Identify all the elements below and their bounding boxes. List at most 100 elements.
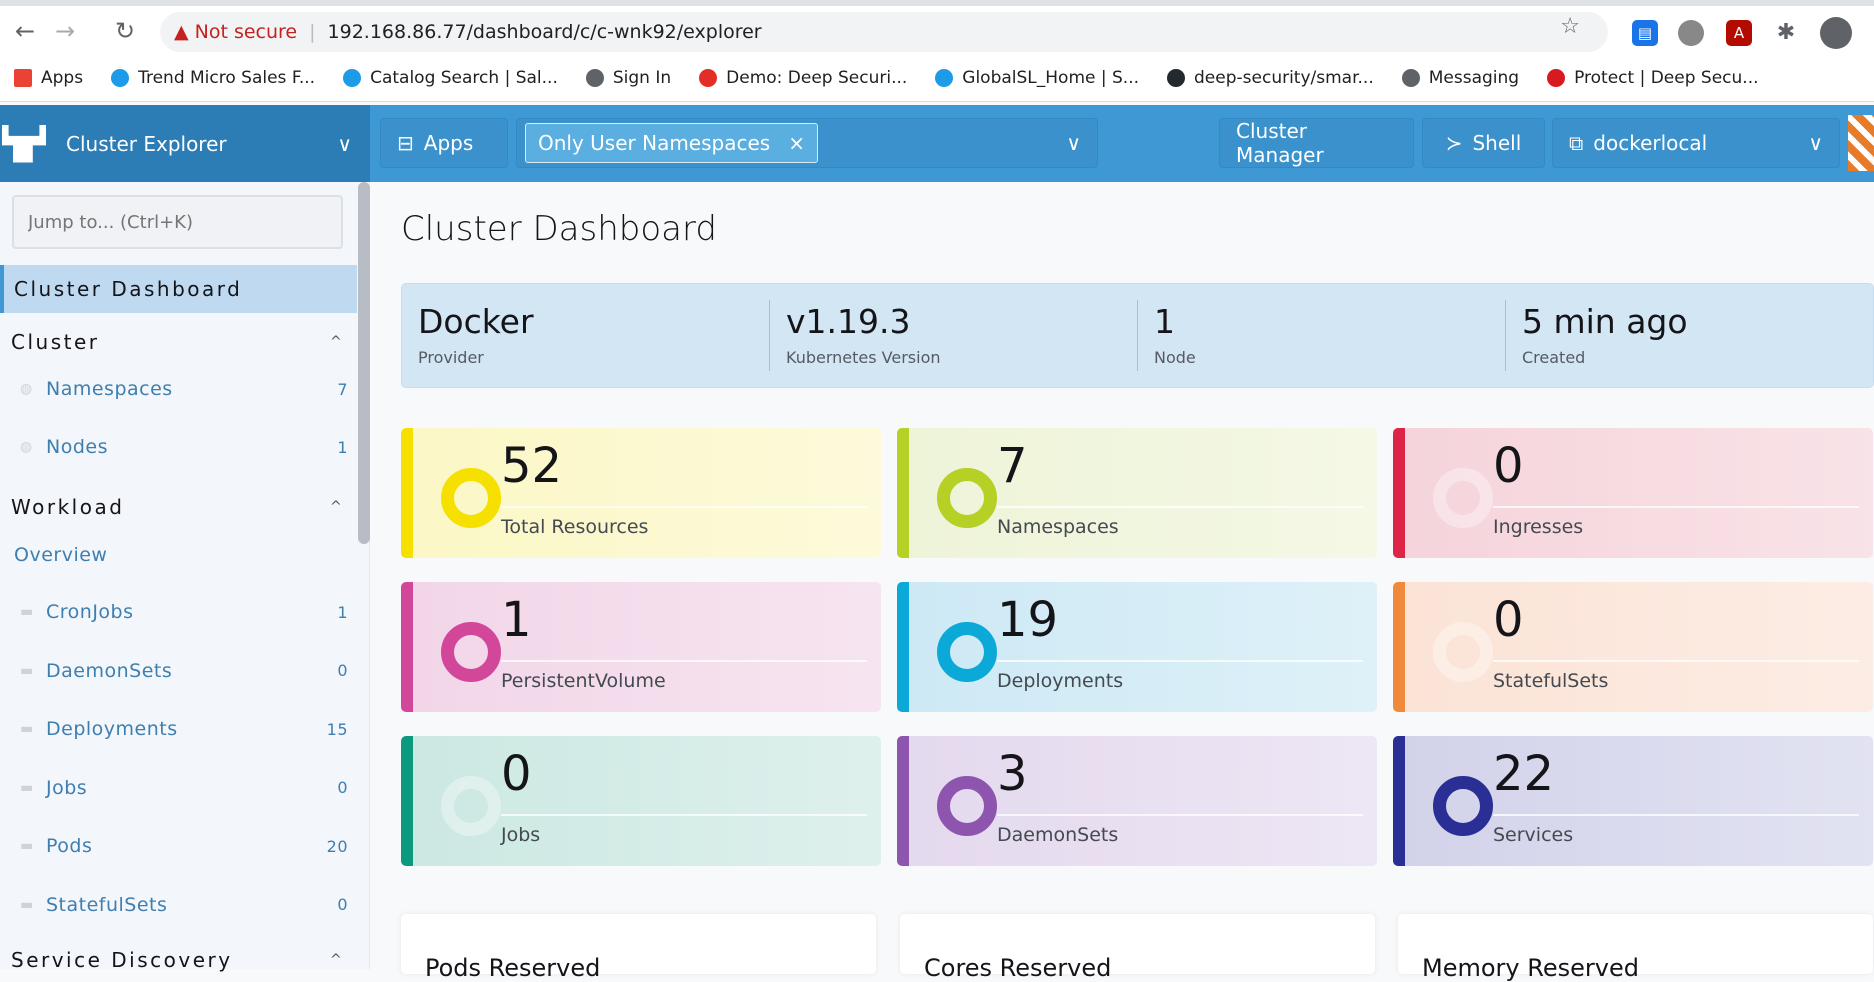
profile-avatar[interactable]	[1820, 17, 1852, 49]
status-ring-icon	[937, 622, 997, 682]
security-status[interactable]: Not secure	[195, 21, 298, 43]
rancher-logo	[2, 124, 46, 163]
status-ring-icon	[1433, 468, 1493, 528]
count-card-statefulsets[interactable]: 0 StatefulSets	[1393, 582, 1873, 712]
card-label: DaemonSets	[997, 824, 1119, 846]
card-label: Deployments	[997, 670, 1124, 692]
bookmark-item[interactable]: Sign In	[585, 68, 671, 88]
bookmark-favicon-icon	[1401, 68, 1420, 87]
sidebar-item-cluster-dashboard[interactable]: Cluster Dashboard	[0, 265, 357, 313]
count-card-services[interactable]: 22 Services	[1393, 736, 1873, 866]
bookmark-item[interactable]: Messaging	[1401, 67, 1520, 88]
namespace-filter[interactable]: Only User Namespaces × ∨	[516, 118, 1098, 168]
sidebar-item-namespaces[interactable]: ◍ Namespaces 7	[20, 378, 348, 400]
product-switcher[interactable]: Cluster Explorer ∨	[0, 105, 370, 182]
bookmark-item[interactable]: Apps	[14, 68, 83, 88]
bookmark-label: Demo: Deep Securi...	[726, 67, 908, 88]
bookmark-favicon-icon	[1167, 68, 1186, 87]
sidebar-item-jobs[interactable]: ▬ Jobs 0	[20, 777, 348, 799]
sidebar-item-count: 1	[337, 437, 348, 457]
card-label: Ingresses	[1493, 516, 1584, 538]
sidebar-item-count: 0	[337, 895, 348, 914]
divider: |	[309, 21, 316, 43]
bookmark-label: Messaging	[1428, 67, 1520, 88]
reload-icon[interactable]: ↻	[110, 16, 140, 46]
namespace-chip: Only User Namespaces ×	[525, 123, 818, 163]
divider	[997, 814, 1363, 816]
bookmark-item[interactable]: Catalog Search | Sal...	[343, 68, 558, 88]
sidebar-item-cronjobs[interactable]: ▬ CronJobs 1	[20, 601, 348, 623]
card-count: 0	[501, 746, 532, 802]
address-bar[interactable]: ▲ Not secure | 192.168.86.77/dashboard/c…	[160, 12, 1608, 52]
sidebar-item-count: 15	[326, 719, 348, 739]
count-card-total resources[interactable]: 52 Total Resources	[401, 428, 881, 558]
chevron-up-icon[interactable]: ^	[330, 499, 342, 515]
bookmark-item[interactable]: Trend Micro Sales F...	[111, 68, 315, 88]
sidebar-item-nodes[interactable]: ◍ Nodes 1	[20, 436, 348, 458]
folder-icon: ▬	[20, 896, 34, 913]
bookmark-label: Catalog Search | Sal...	[370, 67, 558, 88]
sidebar-item-count: 20	[326, 836, 348, 856]
group-service-discovery[interactable]: Service Discovery	[11, 948, 233, 972]
terminal-icon: ≻	[1445, 131, 1463, 155]
group-cluster[interactable]: Cluster	[11, 330, 100, 354]
cluster-selector[interactable]: ⧉ dockerlocal ∨	[1552, 118, 1840, 168]
sidebar-item-statefulsets[interactable]: ▬ StatefulSets 0	[20, 894, 348, 916]
globe-icon: ◍	[20, 439, 33, 455]
extension-icon[interactable]: ▤	[1632, 20, 1658, 46]
gauge-title: Cores Reserved	[924, 954, 1112, 982]
gauge-title: Pods Reserved	[425, 954, 601, 982]
count-card-persistentvolume[interactable]: 1 PersistentVolume	[401, 582, 881, 712]
bookmark-star-icon[interactable]: ☆	[1560, 14, 1580, 39]
card-count: 52	[501, 438, 563, 494]
card-count: 3	[997, 746, 1028, 802]
chevron-up-icon[interactable]: ^	[330, 952, 342, 968]
banner-provider: Docker Provider	[402, 300, 770, 371]
store-icon: ⊟	[397, 131, 414, 155]
count-card-ingresses[interactable]: 0 Ingresses	[1393, 428, 1873, 558]
group-workload[interactable]: Workload	[11, 495, 124, 519]
bookmark-item[interactable]: deep-security/smar...	[1167, 68, 1374, 88]
globe-icon: ◍	[20, 381, 33, 397]
sidebar-item-pods[interactable]: ▬ Pods 20	[20, 835, 348, 857]
count-card-deployments[interactable]: 19 Deployments	[897, 582, 1377, 712]
bookmark-item[interactable]: Protect | Deep Secu...	[1547, 68, 1759, 88]
card-label: PersistentVolume	[501, 670, 666, 692]
forward-icon[interactable]: →	[50, 16, 80, 46]
sidebar-scrollbar[interactable]	[358, 182, 370, 544]
sidebar-item-label: StatefulSets	[46, 893, 168, 916]
extension-icon[interactable]	[1678, 20, 1704, 46]
bookmarks-bar: Apps Trend Micro Sales F... Catalog Search…	[0, 54, 1874, 102]
apps-button[interactable]: ⊟ Apps	[380, 118, 508, 168]
bookmark-item[interactable]: Demo: Deep Securi...	[699, 68, 907, 88]
sidebar-item-daemonsets[interactable]: ▬ DaemonSets 0	[20, 660, 348, 682]
shell-button[interactable]: ≻ Shell	[1422, 118, 1545, 168]
chevron-up-icon[interactable]: ^	[330, 334, 342, 350]
card-label: Jobs	[501, 824, 541, 846]
close-icon[interactable]: ×	[788, 131, 805, 155]
user-avatar[interactable]	[1848, 115, 1874, 171]
bookmark-favicon-icon	[1547, 68, 1566, 87]
banner-label: Node	[1154, 348, 1196, 367]
banner-value: 5 min ago	[1522, 302, 1688, 341]
sidebar: Cluster Dashboard Cluster ^ Workload ^ O…	[0, 182, 370, 972]
chevron-down-icon[interactable]: ∨	[1066, 131, 1081, 155]
jump-to-input[interactable]	[12, 195, 343, 249]
bookmark-item[interactable]: GlobalSL_Home | S...	[935, 68, 1139, 88]
count-card-jobs[interactable]: 0 Jobs	[401, 736, 881, 866]
sidebar-item-deployments[interactable]: ▬ Deployments 15	[20, 718, 348, 740]
count-card-namespaces[interactable]: 7 Namespaces	[897, 428, 1377, 558]
divider	[997, 506, 1363, 508]
status-ring-icon	[1433, 622, 1493, 682]
warning-icon: ▲	[174, 21, 189, 43]
banner-created: 5 min ago Created	[1506, 300, 1873, 371]
sidebar-item-overview[interactable]: Overview	[14, 544, 107, 566]
sidebar-item-label: Jobs	[46, 776, 88, 799]
url-text[interactable]: 192.168.86.77/dashboard/c/c-wnk92/explor…	[328, 21, 762, 43]
main-content: Cluster Dashboard Docker Provider v1.19.3 K…	[370, 182, 1874, 982]
count-card-daemonsets[interactable]: 3 DaemonSets	[897, 736, 1377, 866]
pdf-extension-icon[interactable]: A	[1726, 20, 1752, 46]
cluster-manager-button[interactable]: Cluster Manager	[1219, 118, 1414, 168]
puzzle-icon[interactable]: ✱	[1773, 20, 1799, 46]
back-icon[interactable]: ←	[10, 16, 40, 46]
